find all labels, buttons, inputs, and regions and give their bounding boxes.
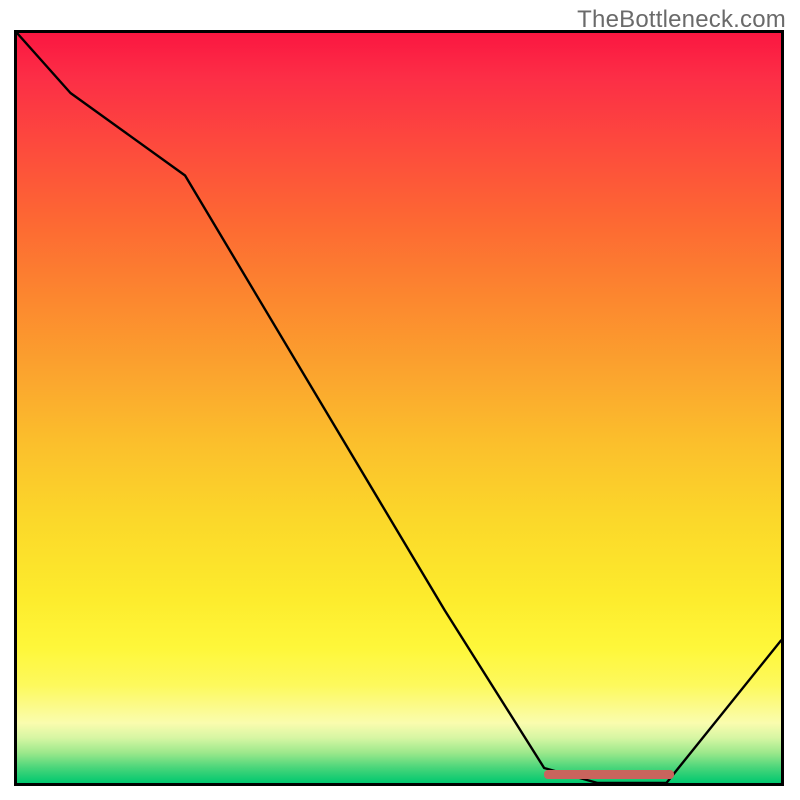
- chart-frame: [14, 30, 784, 786]
- optimal-range-marker: [544, 770, 674, 779]
- line-curve: [17, 33, 781, 783]
- curve-path: [17, 33, 781, 783]
